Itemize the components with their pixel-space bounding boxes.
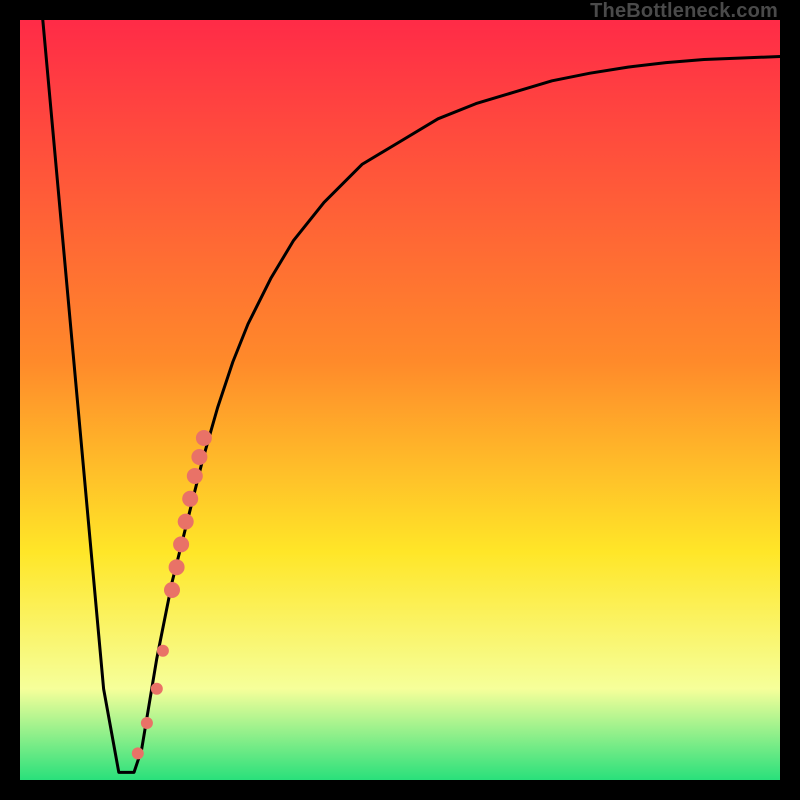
curve-marker: [173, 536, 189, 552]
curve-marker: [196, 430, 212, 446]
curve-marker: [132, 747, 144, 759]
curve-marker: [182, 491, 198, 507]
curve-marker: [157, 645, 169, 657]
curve-marker: [151, 683, 163, 695]
curve-marker: [164, 582, 180, 598]
gradient-background: [20, 20, 780, 780]
curve-marker: [191, 449, 207, 465]
curve-marker: [141, 717, 153, 729]
chart-frame: [20, 20, 780, 780]
bottleneck-chart: [20, 20, 780, 780]
curve-marker: [187, 468, 203, 484]
curve-marker: [178, 514, 194, 530]
curve-marker: [169, 559, 185, 575]
